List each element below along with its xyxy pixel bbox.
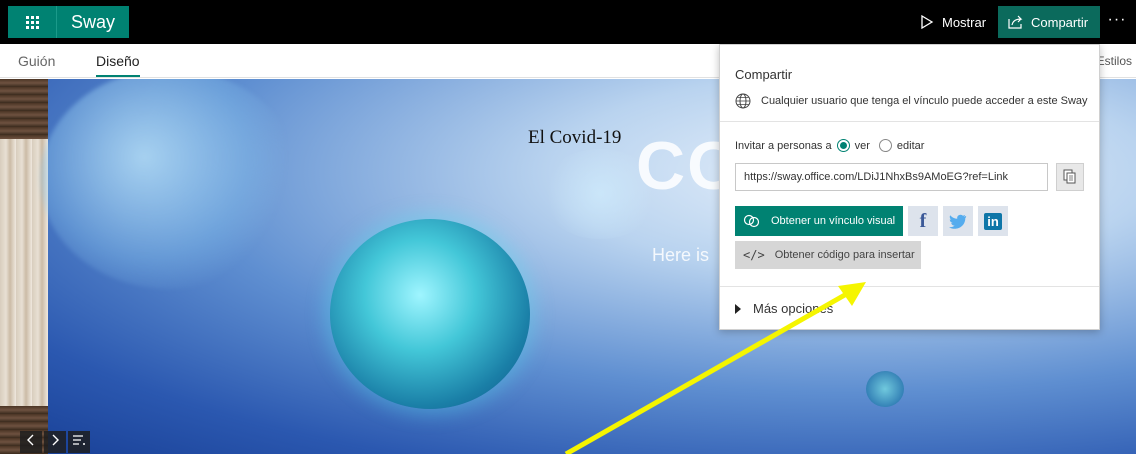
- compartir-label: Compartir: [1031, 14, 1089, 30]
- facebook-button[interactable]: f: [908, 206, 938, 236]
- title-bar: Sway Mostrar Compartir ···: [0, 0, 1136, 44]
- navigation-icon: [73, 435, 85, 445]
- link-icon: [743, 214, 760, 228]
- more-options-toggle[interactable]: Más opciones: [735, 301, 833, 316]
- styles-button[interactable]: Estilos: [1097, 54, 1132, 68]
- mostrar-label: Mostrar: [942, 14, 987, 30]
- share-link-field[interactable]: https://sway.office.com/LDiJ1NhxBs9AMoEG…: [735, 163, 1048, 191]
- copy-icon: [1063, 169, 1076, 184]
- slide-navigation: [20, 431, 90, 453]
- visual-link-button[interactable]: Obtener un vínculo visual: [735, 206, 903, 236]
- chevron-left-icon: [27, 434, 34, 446]
- embed-code-button[interactable]: </> Obtener código para insertar: [735, 241, 921, 269]
- invite-label: Invitar a personas a: [735, 139, 832, 152]
- app-launcher-icon: [25, 15, 39, 29]
- previous-button[interactable]: [20, 431, 42, 453]
- divider: [720, 286, 1099, 287]
- facebook-icon: f: [919, 209, 927, 232]
- globe-icon: [735, 93, 751, 109]
- radio-edit-label[interactable]: editar: [897, 140, 925, 152]
- radio-edit[interactable]: [878, 139, 892, 152]
- access-description: Cualquier usuario que tenga el vínculo p…: [761, 95, 1088, 107]
- invite-row: Invitar a personas a ver editar: [735, 139, 924, 152]
- linkedin-icon: in: [984, 212, 1002, 230]
- expand-triangle-icon: [735, 303, 741, 314]
- slide-subtitle: Here is: [652, 245, 710, 265]
- embed-code-label: Obtener código para insertar: [774, 249, 915, 261]
- chevron-right-icon: [52, 434, 59, 446]
- code-icon: </>: [743, 248, 765, 262]
- virus-image: [330, 219, 530, 409]
- mostrar-button[interactable]: Mostrar: [910, 6, 998, 38]
- compartir-button[interactable]: Compartir: [998, 6, 1100, 38]
- divider: [720, 121, 1099, 122]
- tab-guion[interactable]: Guión: [18, 53, 55, 69]
- radio-view[interactable]: [836, 139, 850, 152]
- radio-view-label[interactable]: ver: [855, 140, 870, 152]
- twitter-icon: [949, 214, 967, 229]
- slide-title[interactable]: El Covid-19: [528, 127, 621, 149]
- cells-blur-image: [40, 79, 300, 289]
- app-launcher-button[interactable]: [8, 6, 56, 38]
- wood-background-strip: [0, 79, 48, 454]
- more-options-button[interactable]: ···: [1102, 6, 1132, 38]
- share-panel-heading: Compartir: [735, 67, 793, 82]
- app-name[interactable]: Sway: [56, 6, 130, 38]
- linkedin-button[interactable]: in: [978, 206, 1008, 236]
- next-button[interactable]: [44, 431, 66, 453]
- navigation-pane-button[interactable]: [68, 431, 90, 453]
- small-virus-image: [866, 371, 904, 407]
- more-options-label: Más opciones: [753, 301, 834, 316]
- play-icon: [921, 15, 934, 29]
- share-panel: Compartir Cualquier usuario que tenga el…: [719, 44, 1100, 330]
- twitter-button[interactable]: [943, 206, 973, 236]
- share-icon: [1008, 15, 1023, 29]
- tab-diseno[interactable]: Diseño: [96, 53, 140, 77]
- copy-link-button[interactable]: [1056, 163, 1084, 191]
- visual-link-label: Obtener un vínculo visual: [771, 215, 896, 227]
